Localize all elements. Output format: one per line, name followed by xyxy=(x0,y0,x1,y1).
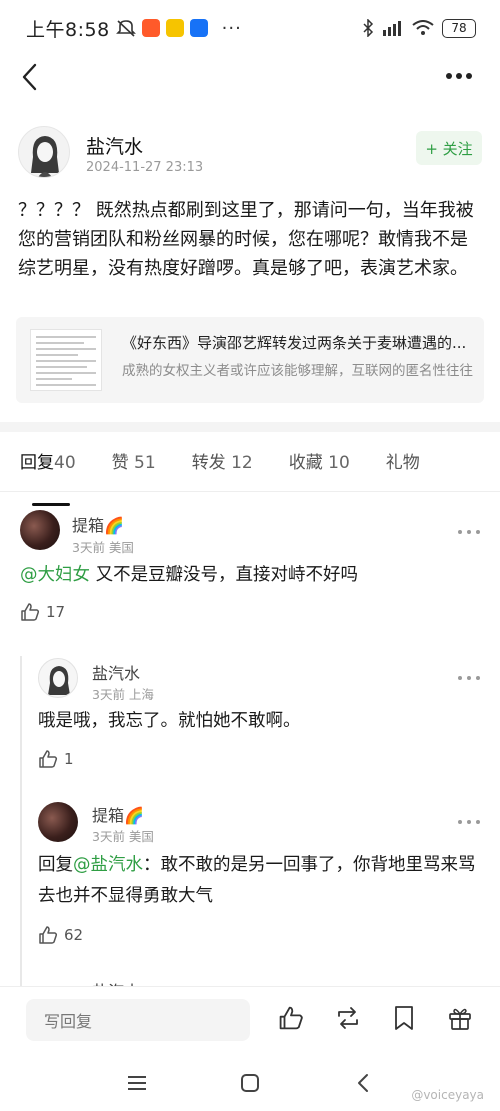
user-mention[interactable]: @大妇女 xyxy=(20,565,90,585)
article-excerpt: 成熟的女权主义者或许应该能够理解，互联网的匿名性往往 xyxy=(122,363,473,379)
comment-meta: 3天前 美国 xyxy=(92,829,154,844)
tab-likes[interactable]: 赞 51 xyxy=(112,448,156,492)
commenter-avatar[interactable] xyxy=(38,658,78,698)
avatar-drawing xyxy=(31,136,59,177)
reply-item: 盐汽水 3天前 上海 哦是哦，我忘了。就怕她不敢啊。 1 xyxy=(38,656,480,776)
like-button[interactable]: 1 xyxy=(38,749,74,769)
status-bar: 上午8:58 ··· 78 xyxy=(0,0,500,56)
reply-prefix: 回复 xyxy=(38,855,73,875)
comment-text: 回复@盐汽水：敢不敢的是另一回事了，你背地里骂来骂去也并不显得勇敢大气 xyxy=(38,850,480,912)
repost-button[interactable] xyxy=(333,1003,363,1033)
status-more-dots: ··· xyxy=(221,17,242,39)
tab-label: 回复 xyxy=(20,453,54,473)
follow-button[interactable]: + 关注 xyxy=(416,131,482,165)
tab-count: 10 xyxy=(328,453,350,473)
battery-indicator: 78 xyxy=(442,18,476,38)
recent-apps-button[interactable] xyxy=(122,1068,152,1098)
back-system-button[interactable] xyxy=(348,1068,378,1098)
avatar-drawing xyxy=(48,666,70,695)
wifi-icon xyxy=(412,20,434,35)
commenter-name[interactable]: 提箱🌈 xyxy=(92,802,144,826)
chevron-left-icon xyxy=(22,63,37,91)
like-post-button[interactable] xyxy=(276,1003,306,1033)
author-name[interactable]: 盐汽水 xyxy=(86,132,143,159)
nav-bar xyxy=(0,50,500,104)
mute-icon xyxy=(115,20,136,37)
bottom-action-bar: 写回复 xyxy=(0,986,500,1054)
interaction-tabs: 回复40 赞 51 转发 12 收藏 10 礼物 xyxy=(20,448,480,506)
thumbs-up-icon xyxy=(21,603,40,621)
reply-input[interactable]: 写回复 xyxy=(26,999,250,1041)
section-divider xyxy=(0,422,500,432)
user-mention[interactable]: @盐汽水 xyxy=(73,855,143,875)
tab-count: 40 xyxy=(54,453,76,473)
watermark: @voiceyaya xyxy=(411,1088,484,1102)
tab-gifts[interactable]: 礼物 xyxy=(386,448,420,492)
comment-more-button[interactable] xyxy=(458,672,480,684)
app-notification-icon xyxy=(141,19,160,37)
reply-thread-line xyxy=(20,656,22,996)
bluetooth-icon xyxy=(363,19,374,37)
chevron-left-icon xyxy=(358,1074,368,1092)
tab-label: 礼物 xyxy=(385,453,420,473)
comment-meta: 3天前 上海 xyxy=(92,687,154,702)
tab-replies[interactable]: 回复40 xyxy=(20,448,76,506)
post-body: ？？？？ 既然热点都刷到这里了，那请问一句，当年我被您的营销团队和粉丝网暴的时候… xyxy=(18,200,474,279)
tabs-divider xyxy=(0,491,500,492)
back-button[interactable] xyxy=(14,60,44,94)
repost-icon xyxy=(338,1007,358,1029)
comment-item: 提箱🌈 3天前 美国 @大妇女 又不是豆瓣没号，直接对峙不好吗 17 xyxy=(20,510,480,630)
tab-count: 51 xyxy=(134,453,156,473)
tab-label: 赞 xyxy=(111,453,129,473)
app-notification-icon xyxy=(165,19,184,37)
home-button[interactable] xyxy=(235,1068,265,1098)
gift-button[interactable] xyxy=(445,1003,475,1033)
comment-text: @大妇女 又不是豆瓣没号，直接对峙不好吗 xyxy=(20,560,480,591)
gift-icon xyxy=(449,1008,471,1030)
status-notification-icons xyxy=(115,19,208,37)
commenter-avatar[interactable] xyxy=(38,802,78,842)
system-navigation-bar: @voiceyaya xyxy=(0,1054,500,1111)
comment-body: 又不是豆瓣没号，直接对峙不好吗 xyxy=(90,565,359,585)
thumbs-up-icon xyxy=(279,1006,303,1030)
bookmark-icon xyxy=(395,1006,413,1030)
home-square-icon xyxy=(241,1074,259,1092)
tab-label: 转发 xyxy=(191,453,226,473)
bookmark-button[interactable] xyxy=(389,1003,419,1033)
comment-meta: 3天前 美国 xyxy=(72,540,134,555)
commenter-avatar[interactable] xyxy=(20,510,60,550)
author-avatar[interactable] xyxy=(18,126,70,178)
commenter-name[interactable]: 盐汽水 xyxy=(92,660,140,684)
like-count: 17 xyxy=(46,603,66,621)
like-button[interactable]: 62 xyxy=(38,925,83,945)
status-system-icons: 78 xyxy=(362,18,476,38)
quoted-article-card[interactable]: 《好东西》导演邵艺辉转发过两条关于麦琳遭遇的... 成熟的女权主义者或许应该能够… xyxy=(16,317,484,403)
article-thumbnail xyxy=(30,329,102,391)
zhihu-icon xyxy=(189,19,208,37)
like-count: 62 xyxy=(64,926,84,944)
thumbs-up-icon xyxy=(39,750,58,768)
commenter-name[interactable]: 提箱🌈 xyxy=(72,512,124,536)
signal-icon xyxy=(383,21,401,36)
more-options-button[interactable] xyxy=(442,64,476,88)
like-count: 1 xyxy=(64,750,74,768)
status-time: 上午8:58 xyxy=(26,18,110,41)
tab-count: 12 xyxy=(231,453,253,473)
comment-more-button[interactable] xyxy=(458,526,480,538)
article-title: 《好东西》导演邵艺辉转发过两条关于麦琳遭遇的... xyxy=(122,334,467,352)
menu-icon xyxy=(128,1076,146,1090)
tab-reposts[interactable]: 转发 12 xyxy=(192,448,253,492)
tab-favorites[interactable]: 收藏 10 xyxy=(289,448,350,492)
tab-label: 收藏 xyxy=(288,453,323,473)
post-header: 盐汽水 2024-11-27 23:13 + 关注 xyxy=(18,126,484,186)
comment-more-button[interactable] xyxy=(458,816,480,828)
like-button[interactable]: 17 xyxy=(20,602,65,622)
comment-text: 哦是哦，我忘了。就怕她不敢啊。 xyxy=(38,711,301,731)
post-timestamp: 2024-11-27 23:13 xyxy=(86,160,204,175)
more-horizontal-icon xyxy=(446,73,472,79)
reply-item: 提箱🌈 3天前 美国 回复@盐汽水：敢不敢的是另一回事了，你背地里骂来骂去也并不… xyxy=(38,800,480,960)
thumbs-up-icon xyxy=(39,926,58,944)
